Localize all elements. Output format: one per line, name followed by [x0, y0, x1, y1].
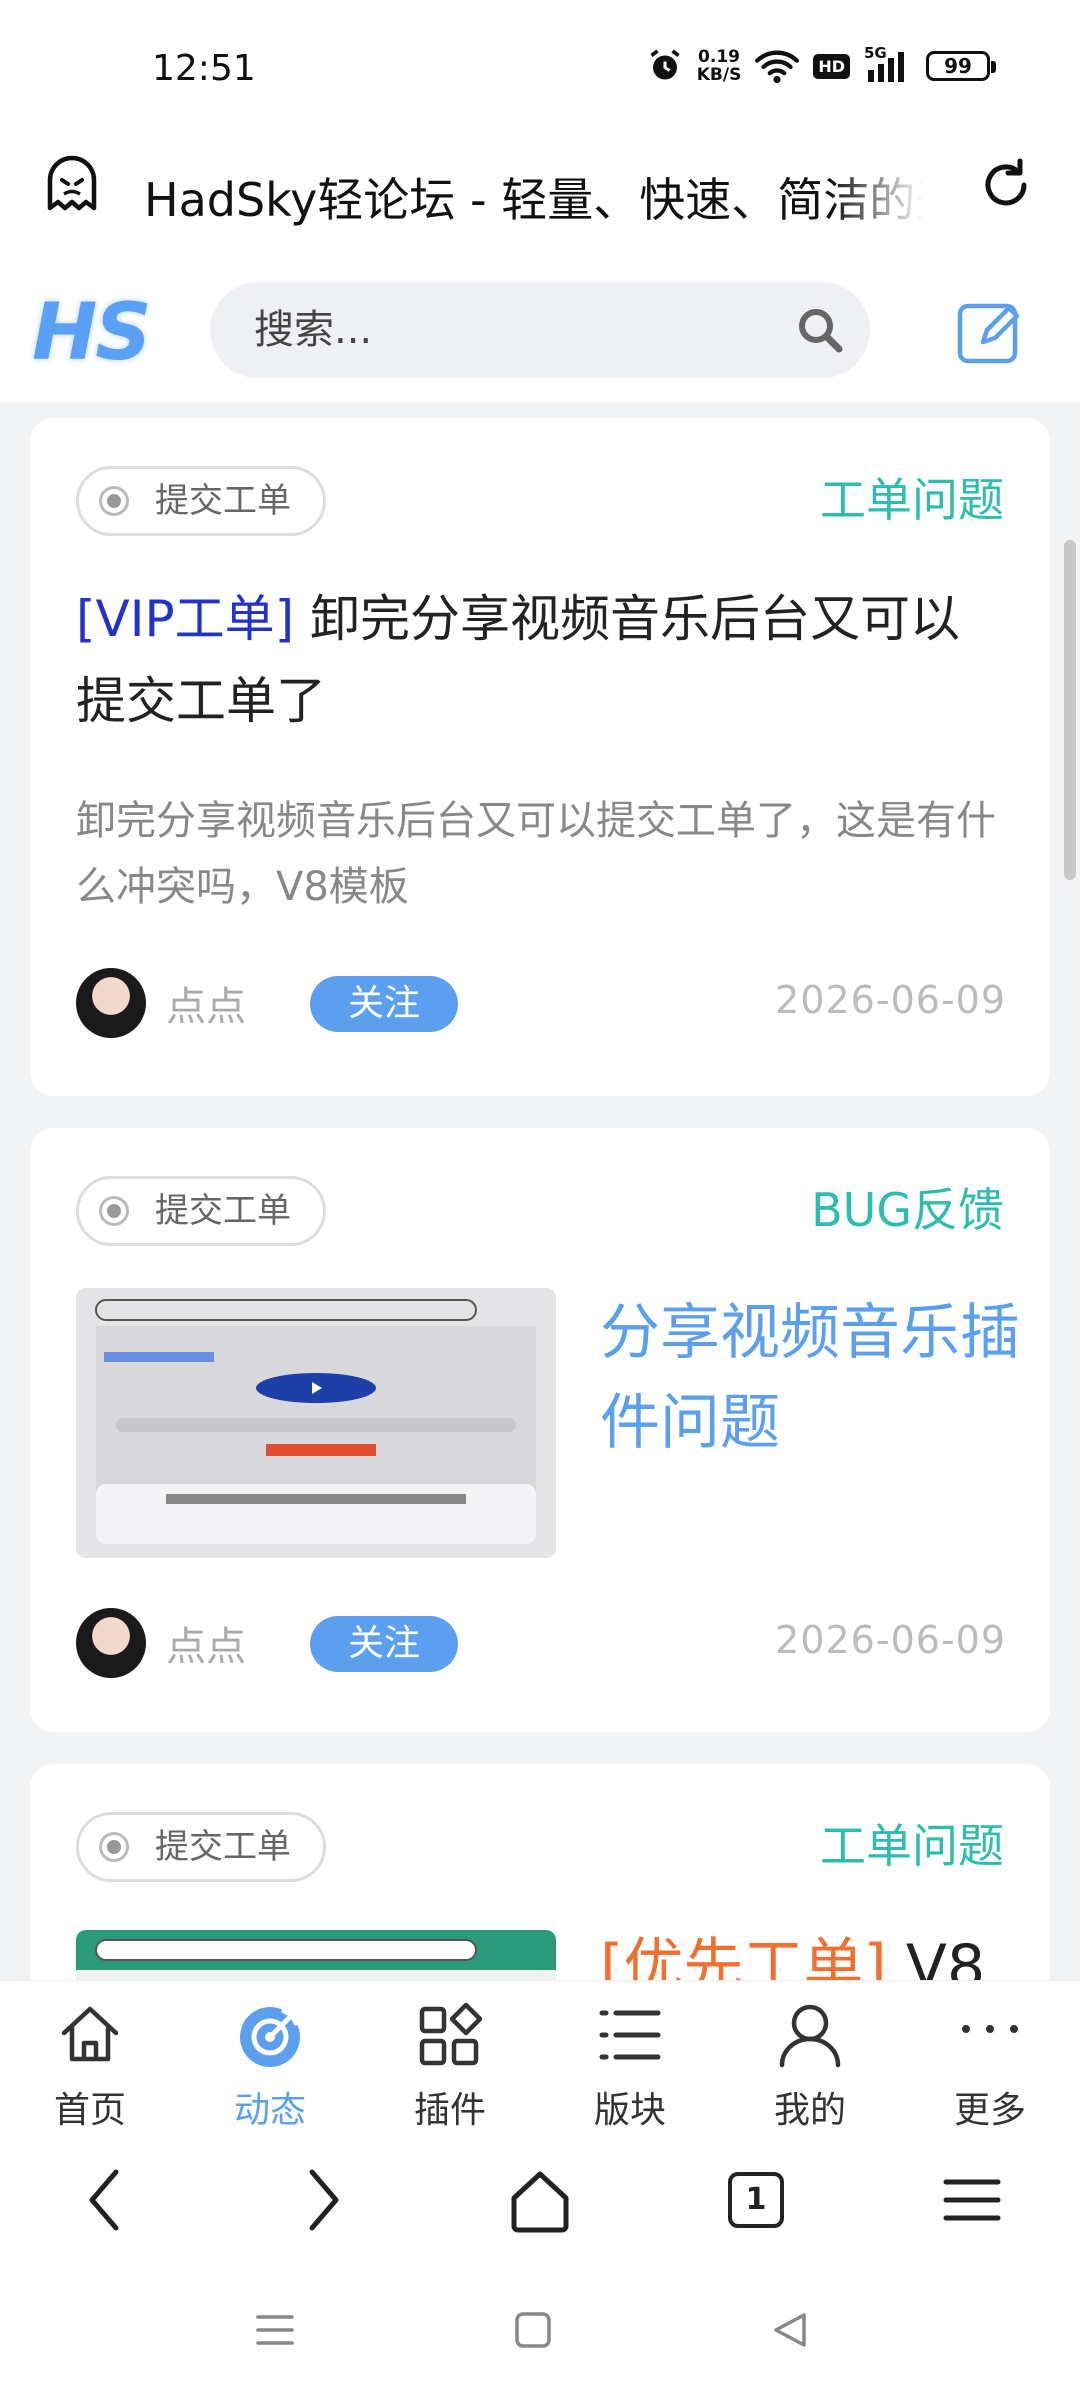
radio-dot-icon	[99, 1196, 129, 1226]
home-icon[interactable]	[500, 2160, 580, 2240]
post-category[interactable]: 工单问题	[820, 1810, 1004, 1876]
network-speed: 0.19 KB/S	[697, 48, 742, 84]
post-thumbnail[interactable]	[76, 1288, 556, 1558]
post-title[interactable]: 分享视频音乐插件问题	[600, 1288, 1020, 1468]
post-title-prefix: [VIP工单]	[76, 590, 295, 648]
page-title[interactable]: HadSky轻论坛 - 轻量、快速、简洁的开	[144, 160, 924, 240]
search-bar[interactable]	[210, 282, 870, 378]
post-card[interactable]: 提交工单 工单问题 [VIP工单] 卸完分享视频音乐后台又可以提交工单了 卸完分…	[30, 418, 1050, 1096]
post-title[interactable]: [VIP工单] 卸完分享视频音乐后台又可以提交工单了	[76, 578, 1006, 742]
follow-button[interactable]: 关注	[310, 976, 458, 1032]
compass-icon	[240, 2007, 300, 2067]
reload-icon[interactable]	[976, 155, 1036, 215]
network-speed-value: 0.19	[698, 47, 740, 67]
nav-label: 动态	[233, 2090, 306, 2131]
recents-icon[interactable]	[250, 2305, 300, 2355]
search-icon[interactable]	[794, 304, 846, 356]
author-row: 点点 关注 2026-06-09	[76, 1608, 1006, 1678]
avatar[interactable]	[76, 968, 146, 1038]
hd-badge: HD	[813, 53, 850, 79]
nav-label: 更多	[953, 2090, 1026, 2131]
home-icon	[61, 2006, 119, 2062]
bottom-nav: 首页 动态 插件 版块 我的 更多	[0, 1980, 1080, 2140]
status-bar: 12:51 0.19 KB/S HD 5G 99	[0, 0, 1080, 140]
nav-item-more[interactable]: 更多	[900, 1981, 1080, 2140]
post-excerpt[interactable]: 卸完分享视频音乐后台又可以提交工单了，这是有什么冲突吗，V8模板	[76, 788, 1006, 920]
follow-button[interactable]: 关注	[310, 1616, 458, 1672]
nav-item-plugins[interactable]: 插件	[360, 1981, 540, 2140]
search-input[interactable]	[254, 282, 754, 378]
radio-dot-icon	[99, 1832, 129, 1862]
battery-indicator: 99	[926, 51, 996, 81]
browser-toolbar: 1	[0, 2140, 1080, 2260]
scrollbar[interactable]	[1064, 540, 1076, 880]
status-time: 12:51	[152, 48, 256, 89]
site-header: HS	[0, 270, 1080, 402]
nav-label: 我的	[773, 2090, 846, 2131]
author-row: 点点 关注 2026-06-09	[76, 968, 1006, 1038]
ghost-icon[interactable]	[40, 152, 104, 216]
home-square-icon[interactable]	[508, 2305, 558, 2355]
nav-item-home[interactable]: 首页	[0, 1981, 180, 2140]
tabs-button[interactable]: 1	[728, 2172, 808, 2252]
alarm-icon	[650, 49, 680, 80]
avatar[interactable]	[76, 1608, 146, 1678]
post-card[interactable]: 提交工单 BUG反馈 分享视频音乐插件问题 点点 关注 2026-06-09	[30, 1128, 1050, 1732]
tag-pill[interactable]: 提交工单	[76, 1812, 326, 1882]
post-category[interactable]: 工单问题	[820, 464, 1004, 530]
tag-label: 提交工单	[155, 481, 291, 521]
nav-item-boards[interactable]: 版块	[540, 1981, 720, 2140]
more-icon	[962, 2025, 1018, 2033]
nav-label: 版块	[593, 2090, 666, 2131]
edit-icon[interactable]	[955, 296, 1025, 366]
post-category[interactable]: BUG反馈	[811, 1174, 1004, 1240]
post-date: 2026-06-09	[775, 1618, 1006, 1662]
forward-icon[interactable]	[282, 2160, 362, 2240]
tag-label: 提交工单	[155, 1827, 291, 1867]
author-name[interactable]: 点点	[166, 974, 246, 1032]
nav-label: 首页	[53, 2090, 126, 2131]
signal-icon: 5G	[864, 44, 912, 84]
back-icon[interactable]	[66, 2160, 146, 2240]
wifi-icon	[755, 50, 800, 84]
list-icon	[599, 2010, 661, 2060]
tab-count: 1	[728, 2172, 784, 2228]
radio-dot-icon	[99, 486, 129, 516]
post-date: 2026-06-09	[775, 978, 1006, 1022]
tag-pill[interactable]: 提交工单	[76, 466, 326, 536]
status-icons: 0.19 KB/S HD 5G 99	[647, 44, 996, 84]
back-triangle-icon[interactable]	[766, 2305, 816, 2355]
system-nav	[0, 2260, 1080, 2400]
tag-pill[interactable]: 提交工单	[76, 1176, 326, 1246]
network-speed-unit: KB/S	[696, 65, 742, 85]
plugin-icon	[419, 2002, 483, 2066]
site-logo[interactable]: HS	[32, 288, 151, 378]
nav-item-activity[interactable]: 动态	[180, 1981, 360, 2140]
author-name[interactable]: 点点	[166, 1614, 246, 1672]
tag-label: 提交工单	[155, 1191, 291, 1231]
browser-title-bar: HadSky轻论坛 - 轻量、快速、简洁的开	[0, 140, 1080, 270]
user-icon	[779, 2004, 841, 2068]
nav-label: 插件	[413, 2090, 486, 2131]
nav-item-mine[interactable]: 我的	[720, 1981, 900, 2140]
menu-icon[interactable]	[932, 2160, 1012, 2240]
